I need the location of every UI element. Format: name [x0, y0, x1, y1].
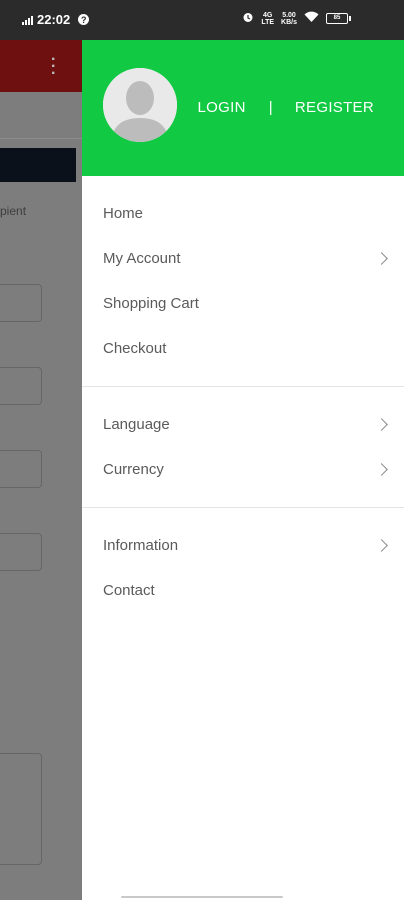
status-bar: 22:02 ? 4G LTE 5.00 KB/s 85: [0, 0, 404, 40]
menu-item-language[interactable]: Language: [82, 402, 404, 447]
menu-item-label: Home: [103, 205, 144, 222]
wifi-icon: [304, 11, 319, 26]
menu-item-label: Checkout: [103, 340, 167, 357]
menu-item-home[interactable]: Home: [82, 191, 404, 236]
menu-item-contact[interactable]: Contact: [82, 568, 404, 613]
avatar-icon[interactable]: [103, 68, 177, 142]
menu-item-label: My Account: [103, 250, 181, 267]
chevron-right-icon: [375, 462, 388, 476]
status-left: 22:02 ?: [22, 12, 90, 27]
battery-icon: 85: [326, 13, 351, 24]
background-input-field: [0, 450, 42, 488]
menu-group-info: Information Contact: [82, 508, 404, 628]
menu-item-shopping-cart[interactable]: Shopping Cart: [82, 281, 404, 326]
drawer-header: LOGIN | REGISTER: [82, 40, 404, 176]
menu-item-label: Contact: [103, 582, 155, 599]
auth-separator: |: [268, 99, 273, 116]
auth-links: LOGIN | REGISTER: [198, 99, 374, 116]
background-input-field: [0, 533, 42, 571]
data-speed-label: 5.00 KB/s: [281, 11, 297, 26]
status-right: 4G LTE 5.00 KB/s 85: [242, 11, 351, 26]
background-textarea: [0, 753, 42, 865]
chevron-right-icon: [375, 417, 388, 431]
background-dark-bar: [0, 148, 76, 182]
background-input-field: [0, 284, 42, 322]
signal-icon: [22, 15, 33, 25]
notification-badge-icon: ?: [78, 14, 90, 25]
menu-group-settings: Language Currency: [82, 387, 404, 507]
navigation-drawer: LOGIN | REGISTER Home My Account Shoppin…: [82, 40, 404, 900]
register-link[interactable]: REGISTER: [295, 99, 374, 116]
divider: [0, 138, 82, 139]
status-time: 22:02: [37, 12, 71, 27]
menu-item-currency[interactable]: Currency: [82, 447, 404, 492]
background-partial-text: pient: [0, 204, 27, 218]
background-input-field: [0, 367, 42, 405]
background-app-header: · · ·: [0, 40, 82, 92]
menu-item-checkout[interactable]: Checkout: [82, 326, 404, 371]
menu-item-information[interactable]: Information: [82, 523, 404, 568]
chevron-right-icon: [375, 251, 388, 265]
network-type-label: 4G LTE: [261, 11, 275, 26]
menu-group-main: Home My Account Shopping Cart Checkout: [82, 176, 404, 386]
background-app: · · · pient: [0, 40, 82, 900]
menu-item-label: Language: [103, 416, 170, 433]
menu-item-my-account[interactable]: My Account: [82, 236, 404, 281]
menu-item-label: Currency: [103, 461, 164, 478]
login-link[interactable]: LOGIN: [198, 99, 246, 116]
alarm-icon: [242, 11, 254, 26]
more-vert-icon: · · ·: [51, 51, 57, 82]
menu-item-label: Information: [103, 537, 179, 554]
chevron-right-icon: [375, 538, 388, 552]
menu-item-label: Shopping Cart: [103, 295, 199, 312]
gesture-navigation-bar[interactable]: [121, 896, 283, 898]
